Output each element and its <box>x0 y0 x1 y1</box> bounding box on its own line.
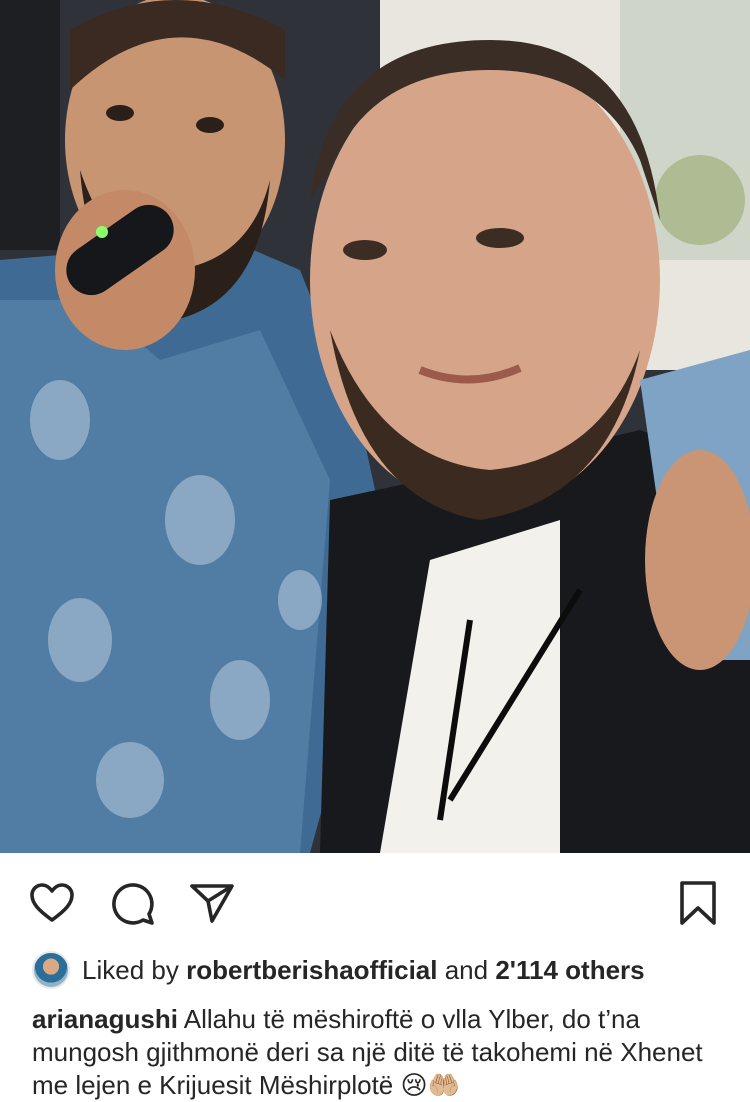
action-bar <box>0 853 750 949</box>
bookmark-outline-icon[interactable] <box>674 879 722 927</box>
liked-by-username[interactable]: robertberishaofficial <box>186 955 437 986</box>
likes-line: Liked by robertberishaofficial and 2'114… <box>32 950 732 990</box>
post-photo[interactable] <box>0 0 750 853</box>
post-caption: arianagushi Allahu të mëshiroftë o vlla … <box>32 1003 732 1102</box>
likes-prefix: Liked by <box>82 954 179 985</box>
paper-plane-icon[interactable] <box>188 879 236 927</box>
avatar[interactable] <box>32 951 70 989</box>
likes-connector: and <box>444 954 489 985</box>
comment-bubble-icon[interactable] <box>108 879 156 927</box>
heart-outline-icon[interactable] <box>28 879 76 927</box>
likes-count-others[interactable]: 2'114 others <box>495 955 644 986</box>
caption-username[interactable]: arianagushi <box>32 1004 178 1034</box>
